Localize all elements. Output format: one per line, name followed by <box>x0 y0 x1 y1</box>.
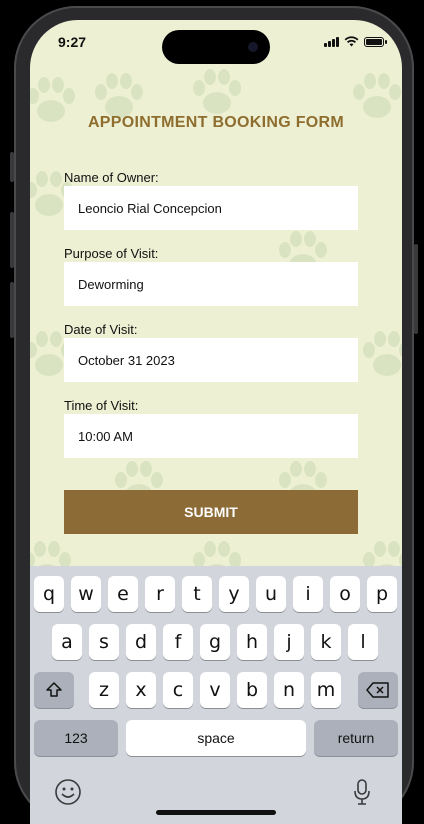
key-k[interactable]: k <box>311 624 341 660</box>
key-b[interactable]: b <box>237 672 267 708</box>
key-n[interactable]: n <box>274 672 304 708</box>
key-q[interactable]: q <box>34 576 64 612</box>
status-time: 9:27 <box>58 34 87 50</box>
dictation-button[interactable] <box>352 778 372 806</box>
key-a[interactable]: a <box>52 624 82 660</box>
delete-key[interactable] <box>358 672 398 708</box>
key-w[interactable]: w <box>71 576 101 612</box>
key-z[interactable]: z <box>89 672 119 708</box>
volume-down-button <box>10 282 14 338</box>
wifi-icon <box>344 36 359 47</box>
status-bar: 9:27 <box>30 20 402 66</box>
key-s[interactable]: s <box>89 624 119 660</box>
time-label: Time of Visit: <box>64 398 139 413</box>
purpose-field[interactable] <box>64 262 358 306</box>
status-icons <box>324 36 387 47</box>
battery-icon <box>364 37 387 47</box>
owner-name-label: Name of Owner: <box>64 170 159 185</box>
key-v[interactable]: v <box>200 672 230 708</box>
key-g[interactable]: g <box>200 624 230 660</box>
key-p[interactable]: p <box>367 576 397 612</box>
shift-icon <box>46 682 62 697</box>
key-l[interactable]: l <box>348 624 378 660</box>
key-u[interactable]: u <box>256 576 286 612</box>
date-field[interactable] <box>64 338 358 382</box>
key-e[interactable]: e <box>108 576 138 612</box>
key-y[interactable]: y <box>219 576 249 612</box>
key-m[interactable]: m <box>311 672 341 708</box>
key-o[interactable]: o <box>330 576 360 612</box>
power-button <box>414 244 418 334</box>
key-f[interactable]: f <box>163 624 193 660</box>
emoji-button[interactable] <box>54 778 82 806</box>
microphone-icon <box>354 779 370 805</box>
key-x[interactable]: x <box>126 672 156 708</box>
camera-icon <box>248 42 258 52</box>
home-indicator <box>156 810 276 815</box>
submit-button[interactable]: SUBMIT <box>64 490 358 534</box>
volume-up-button <box>10 212 14 268</box>
time-field[interactable] <box>64 414 358 458</box>
date-label: Date of Visit: <box>64 322 138 337</box>
key-d[interactable]: d <box>126 624 156 660</box>
owner-name-field[interactable] <box>64 186 358 230</box>
screen: 9:27 APPOINTMENT BOOKING FORM Name of Ow… <box>30 20 402 824</box>
key-j[interactable]: j <box>274 624 304 660</box>
key-c[interactable]: c <box>163 672 193 708</box>
numbers-key[interactable]: 123 <box>34 720 118 756</box>
cellular-signal-icon <box>324 37 339 47</box>
key-h[interactable]: h <box>237 624 267 660</box>
keyboard: qwertyuiop asdfghjkl zxcvbnm 123 space ret… <box>30 566 402 824</box>
action-button <box>10 152 14 182</box>
paw-print-icon <box>360 330 402 385</box>
key-t[interactable]: t <box>182 576 212 612</box>
page-title: APPOINTMENT BOOKING FORM <box>87 114 345 131</box>
backspace-icon <box>366 682 389 698</box>
dynamic-island <box>162 30 270 64</box>
emoji-icon <box>55 779 81 805</box>
key-r[interactable]: r <box>145 576 175 612</box>
return-key[interactable]: return <box>314 720 398 756</box>
key-i[interactable]: i <box>293 576 323 612</box>
space-key[interactable]: space <box>126 720 306 756</box>
shift-key[interactable] <box>34 672 74 708</box>
purpose-label: Purpose of Visit: <box>64 246 159 261</box>
